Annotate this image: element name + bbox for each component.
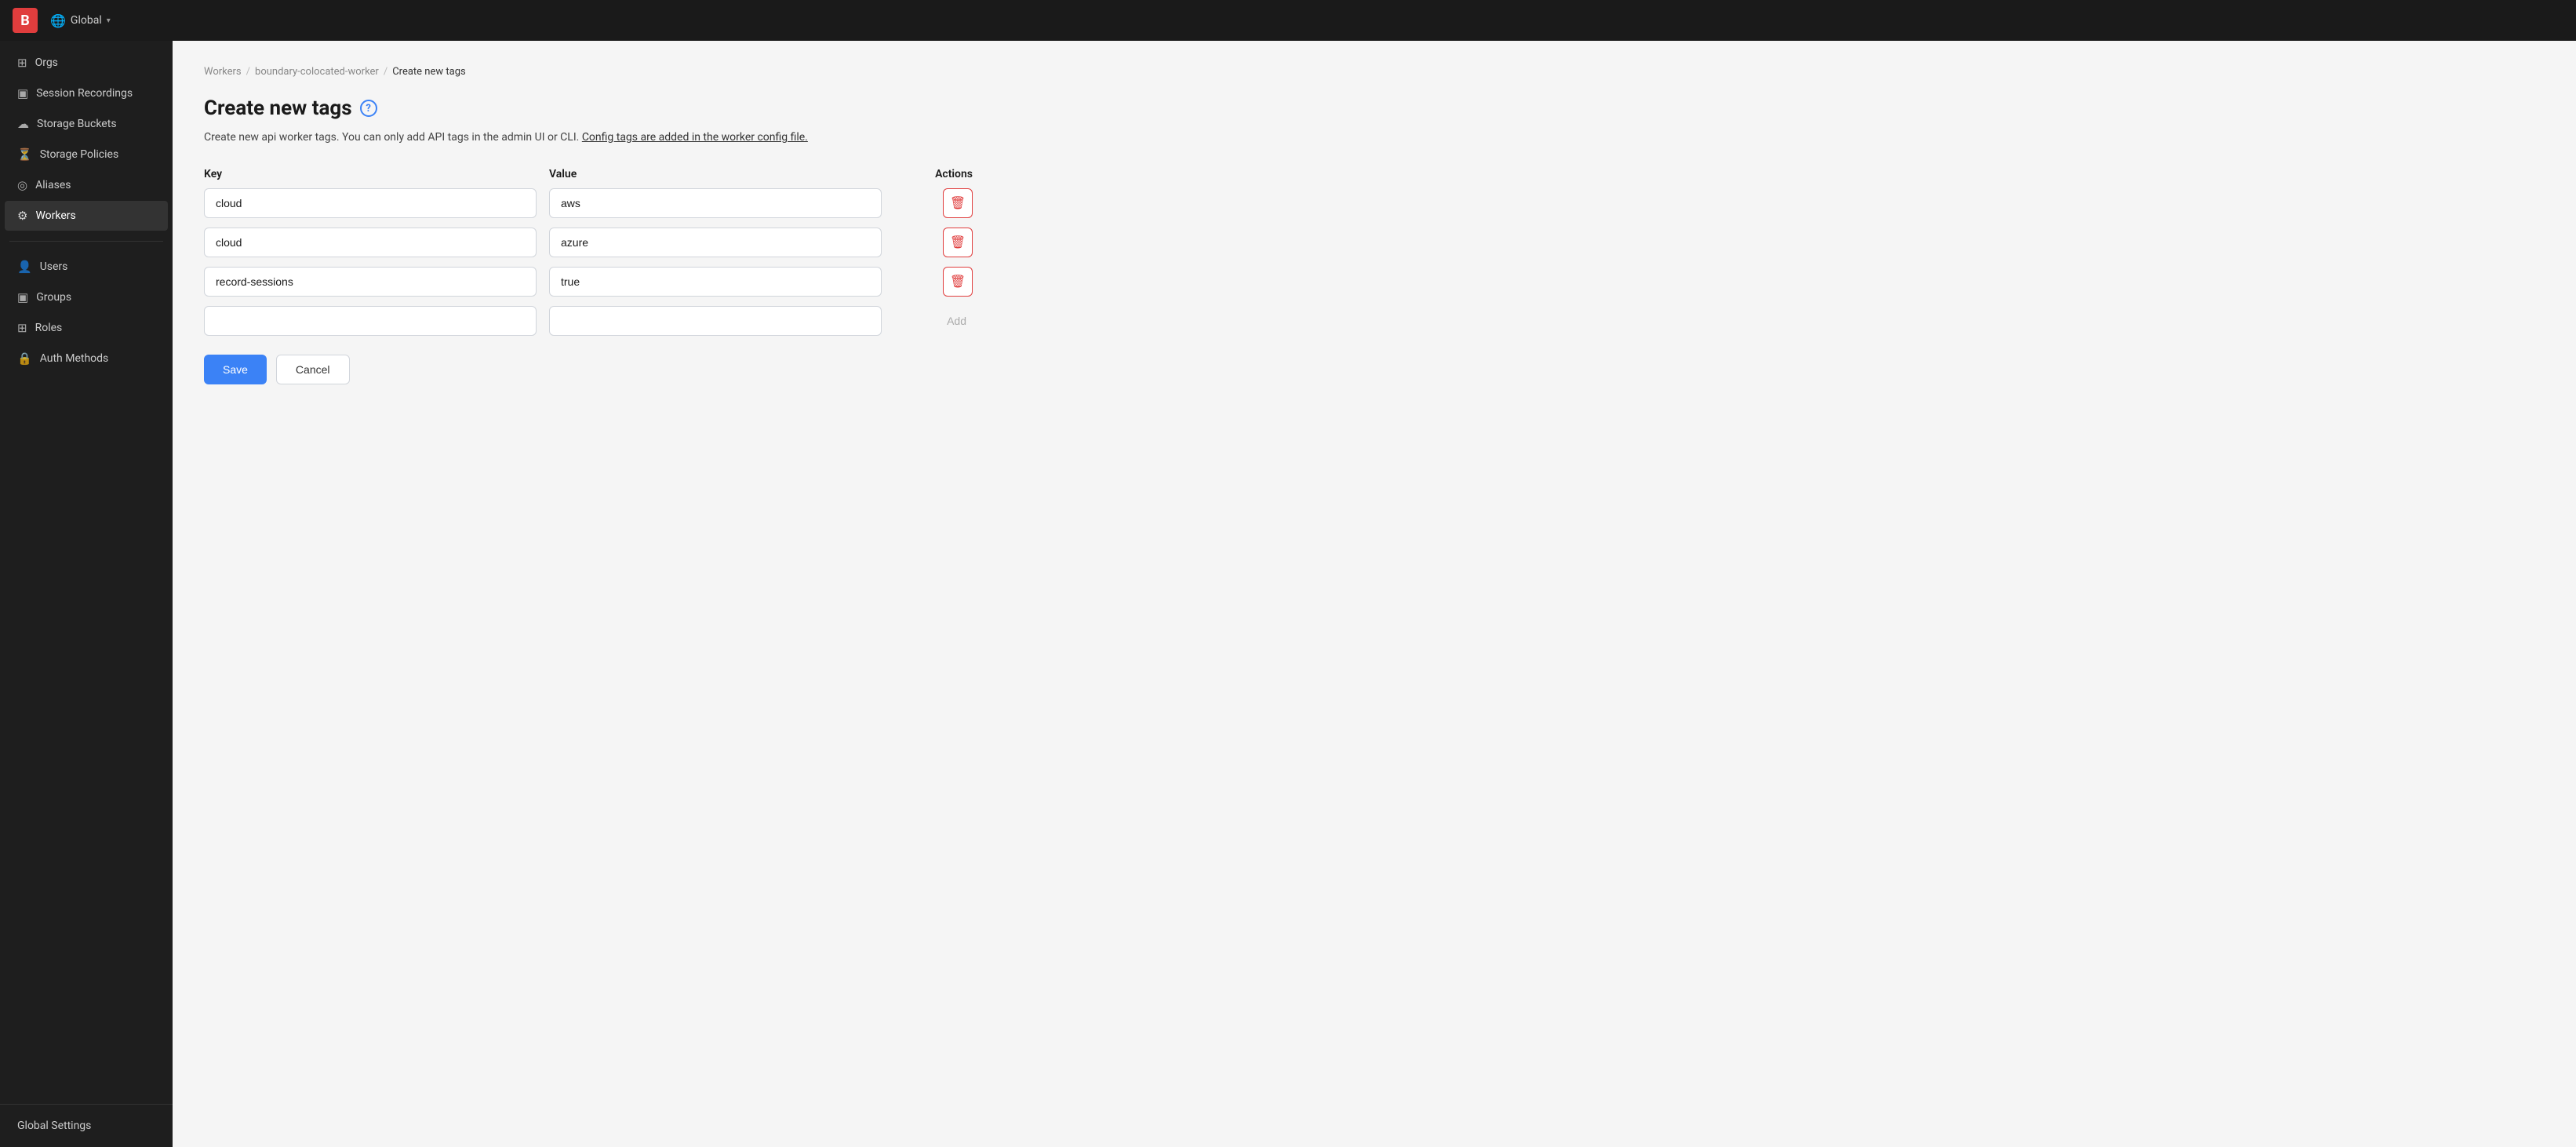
sidebar-footer-section: Global Settings — [0, 1104, 173, 1147]
tag-value-input-2[interactable] — [549, 228, 882, 257]
row-new-actions: Add — [894, 311, 973, 330]
cancel-button[interactable]: Cancel — [276, 355, 350, 384]
sidebar-divider — [9, 241, 163, 242]
sidebar-item-session-recordings[interactable]: ▣ Session Recordings — [5, 78, 168, 108]
sidebar-item-label: Groups — [36, 291, 71, 304]
row-2-actions: 🗑 — [894, 228, 973, 257]
users-icon: 👤 — [17, 260, 32, 274]
session-recordings-icon: ▣ — [17, 86, 28, 100]
tag-value-input-1[interactable] — [549, 188, 882, 218]
sidebar-item-aliases[interactable]: ◎ Aliases — [5, 170, 168, 200]
tag-key-input-3[interactable] — [204, 267, 537, 297]
storage-policies-icon: ⏳ — [17, 147, 32, 162]
app-logo: B — [13, 8, 38, 33]
form-header: Key Value Actions — [204, 168, 973, 180]
scope-label: Global — [71, 14, 102, 27]
breadcrumb-worker[interactable]: boundary-colocated-worker — [255, 66, 379, 78]
tag-row-2: 🗑 — [204, 228, 973, 257]
tags-form: Key Value Actions 🗑 🗑 — [204, 168, 973, 336]
delete-row-1-button[interactable]: 🗑 — [943, 188, 973, 218]
sidebar-item-roles[interactable]: ⊞ Roles — [5, 313, 168, 343]
help-icon[interactable]: ? — [360, 100, 377, 117]
col-value-header: Value — [549, 168, 882, 180]
sidebar-item-users[interactable]: 👤 Users — [5, 252, 168, 282]
sidebar-item-auth-methods[interactable]: 🔒 Auth Methods — [5, 344, 168, 373]
breadcrumb-sep-1: / — [246, 66, 250, 78]
scope-selector[interactable]: 🌐 Global ▾ — [50, 13, 111, 28]
page-title: Create new tags — [204, 96, 352, 120]
aliases-icon: ◎ — [17, 178, 27, 192]
save-button[interactable]: Save — [204, 355, 267, 384]
sidebar-item-label: Storage Policies — [40, 148, 119, 161]
delete-row-2-button[interactable]: 🗑 — [943, 228, 973, 257]
sidebar-secondary-section: 👤 Users ▣ Groups ⊞ Roles 🔒 Auth Methods — [0, 245, 173, 381]
form-footer: Save Cancel — [204, 355, 2545, 384]
breadcrumb: Workers / boundary-colocated-worker / Cr… — [204, 66, 2545, 78]
breadcrumb-sep-2: / — [384, 66, 387, 78]
tag-row-3: 🗑 — [204, 267, 973, 297]
col-key-header: Key — [204, 168, 537, 180]
tag-value-input-new[interactable] — [549, 306, 882, 336]
groups-icon: ▣ — [17, 290, 28, 304]
page-title-row: Create new tags ? — [204, 96, 2545, 120]
sidebar-item-storage-policies[interactable]: ⏳ Storage Policies — [5, 140, 168, 169]
workers-icon: ⚙ — [17, 209, 27, 223]
sidebar: ⊞ Orgs ▣ Session Recordings ☁ Storage Bu… — [0, 41, 173, 1147]
sidebar-item-orgs[interactable]: ⊞ Orgs — [5, 48, 168, 78]
main-content: Workers / boundary-colocated-worker / Cr… — [173, 41, 2576, 1147]
sidebar-item-groups[interactable]: ▣ Groups — [5, 282, 168, 312]
sidebar-item-label: Session Recordings — [36, 87, 133, 100]
sidebar-item-storage-buckets[interactable]: ☁ Storage Buckets — [5, 109, 168, 139]
sidebar-item-label: Auth Methods — [40, 352, 109, 365]
delete-row-3-button[interactable]: 🗑 — [943, 267, 973, 297]
description-link[interactable]: Config tags are added in the worker conf… — [582, 131, 808, 144]
sidebar-item-label: Workers — [35, 209, 75, 222]
tag-key-input-2[interactable] — [204, 228, 537, 257]
row-3-actions: 🗑 — [894, 267, 973, 297]
sidebar-item-global-settings[interactable]: Global Settings — [5, 1112, 168, 1140]
sidebar-item-label: Users — [40, 260, 68, 273]
auth-methods-icon: 🔒 — [17, 351, 32, 366]
tag-value-input-3[interactable] — [549, 267, 882, 297]
add-tag-button[interactable]: Add — [941, 311, 973, 330]
description: Create new api worker tags. You can only… — [204, 129, 2545, 146]
orgs-icon: ⊞ — [17, 56, 27, 70]
sidebar-item-workers[interactable]: ⚙ Workers — [5, 201, 168, 231]
breadcrumb-current: Create new tags — [392, 66, 465, 78]
tag-row-new: Add — [204, 306, 973, 336]
tag-key-input-1[interactable] — [204, 188, 537, 218]
roles-icon: ⊞ — [17, 321, 27, 335]
sidebar-main-section: ⊞ Orgs ▣ Session Recordings ☁ Storage Bu… — [0, 41, 173, 238]
row-1-actions: 🗑 — [894, 188, 973, 218]
breadcrumb-workers[interactable]: Workers — [204, 66, 242, 78]
tag-key-input-new[interactable] — [204, 306, 537, 336]
globe-icon: 🌐 — [50, 13, 66, 28]
sidebar-item-label: Orgs — [35, 56, 58, 69]
storage-buckets-icon: ☁ — [17, 117, 29, 131]
sidebar-item-label: Storage Buckets — [37, 118, 117, 130]
chevron-down-icon: ▾ — [107, 16, 111, 25]
col-actions-header: Actions — [894, 168, 973, 180]
sidebar-item-label: Global Settings — [17, 1120, 91, 1132]
sidebar-item-label: Aliases — [35, 179, 71, 191]
tag-row-1: 🗑 — [204, 188, 973, 218]
topbar: B 🌐 Global ▾ — [0, 0, 2576, 41]
main-layout: ⊞ Orgs ▣ Session Recordings ☁ Storage Bu… — [0, 41, 2576, 1147]
sidebar-item-label: Roles — [35, 322, 63, 334]
